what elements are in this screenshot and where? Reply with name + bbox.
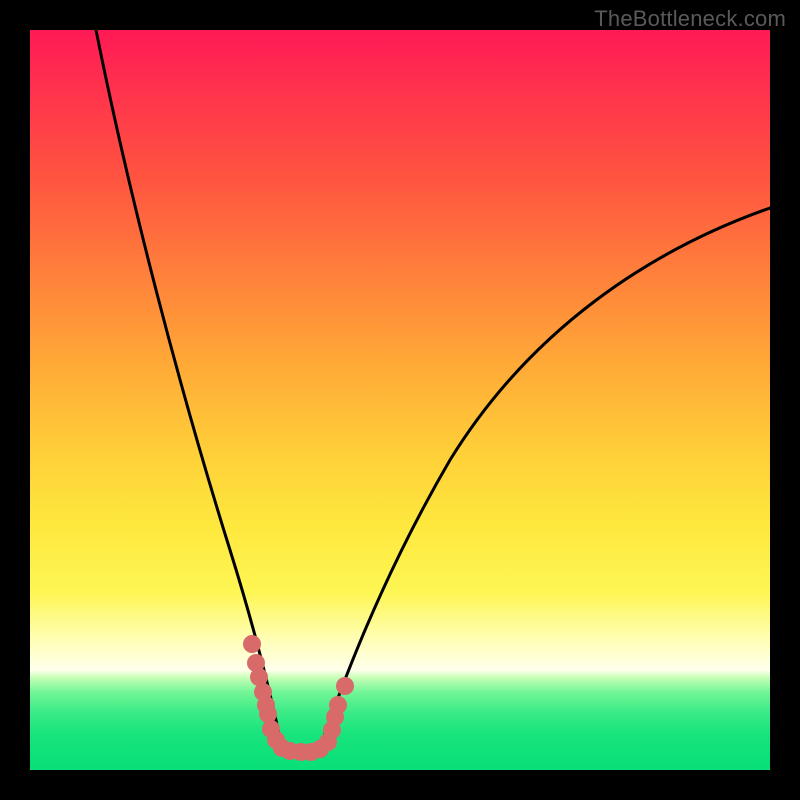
watermark-text: TheBottleneck.com xyxy=(594,6,786,32)
curves-layer xyxy=(30,30,770,770)
right-curve xyxy=(320,208,770,748)
plot-area xyxy=(30,30,770,770)
chart-stage: TheBottleneck.com xyxy=(0,0,800,800)
